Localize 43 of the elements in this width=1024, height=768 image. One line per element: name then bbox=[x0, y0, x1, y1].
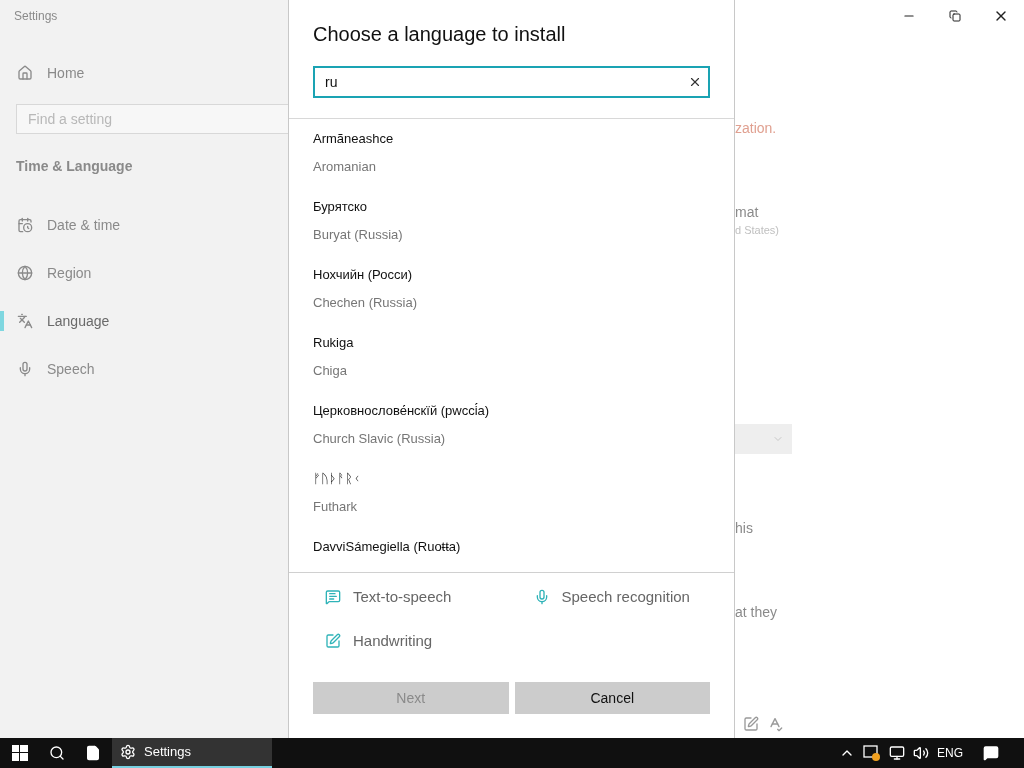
notification-icon[interactable] bbox=[983, 745, 999, 761]
section-heading: Time & Language bbox=[16, 157, 133, 176]
volume-icon[interactable] bbox=[913, 745, 929, 761]
language-search-field[interactable]: ru bbox=[313, 66, 710, 98]
language-option[interactable]: DavviSámegiella (Ruoŧŧa) bbox=[289, 527, 734, 572]
windows-logo-icon bbox=[12, 745, 28, 761]
home-icon bbox=[17, 65, 33, 81]
clear-icon[interactable] bbox=[688, 75, 702, 89]
spellcheck-icon bbox=[767, 716, 783, 732]
file-icon bbox=[85, 745, 101, 761]
language-option[interactable]: ᚠᚢᚦᚨᚱᚲ Futhark bbox=[289, 459, 734, 527]
language-option[interactable]: Rukiga Chiga bbox=[289, 323, 734, 391]
microphone-icon bbox=[17, 361, 33, 377]
dialog-button[interactable]: Cancel bbox=[514, 682, 710, 714]
setting-text: at they bbox=[735, 603, 778, 622]
setting-hint: d States) bbox=[735, 223, 780, 238]
calendar-icon bbox=[17, 217, 33, 233]
feature-label: Speech recognition bbox=[561, 586, 690, 607]
pen-icon bbox=[743, 716, 759, 732]
search-icon bbox=[49, 745, 65, 761]
search-field[interactable]: Find a setting bbox=[16, 104, 288, 134]
restore-icon bbox=[949, 10, 961, 22]
setting-text: his bbox=[735, 519, 753, 538]
taskbar-app[interactable]: Settings bbox=[112, 738, 272, 768]
language-option[interactable]: Церковнослове́нскїй (рwссі́а) Church Slavic (Russia) bbox=[289, 391, 734, 459]
globe-icon bbox=[17, 265, 33, 281]
language-option[interactable]: Бурятско Buryat (Russia) bbox=[289, 187, 734, 255]
feature-label: Handwriting bbox=[353, 630, 433, 651]
language-option[interactable]: Нохчийн (Росси) Chechen (Russia) bbox=[289, 255, 734, 323]
language-option[interactable]: Armãneashce Aromanian bbox=[289, 119, 734, 187]
gear-icon bbox=[120, 744, 136, 760]
dialog-title: Choose a language to install bbox=[313, 22, 567, 47]
warning-text: zation. bbox=[735, 119, 777, 138]
language-icon bbox=[17, 313, 33, 329]
setting-text: mat bbox=[735, 203, 759, 222]
selection-bar bbox=[0, 311, 4, 331]
display-warning-icon[interactable] bbox=[863, 744, 881, 762]
sidebar-item[interactable]: Language bbox=[0, 297, 288, 345]
window-title: Settings bbox=[14, 8, 58, 24]
language-indicator[interactable]: ENG bbox=[937, 745, 963, 761]
speech-bubble-icon bbox=[325, 589, 341, 605]
feature-label: Text-to-speech bbox=[353, 586, 452, 607]
pen-icon bbox=[325, 633, 341, 649]
